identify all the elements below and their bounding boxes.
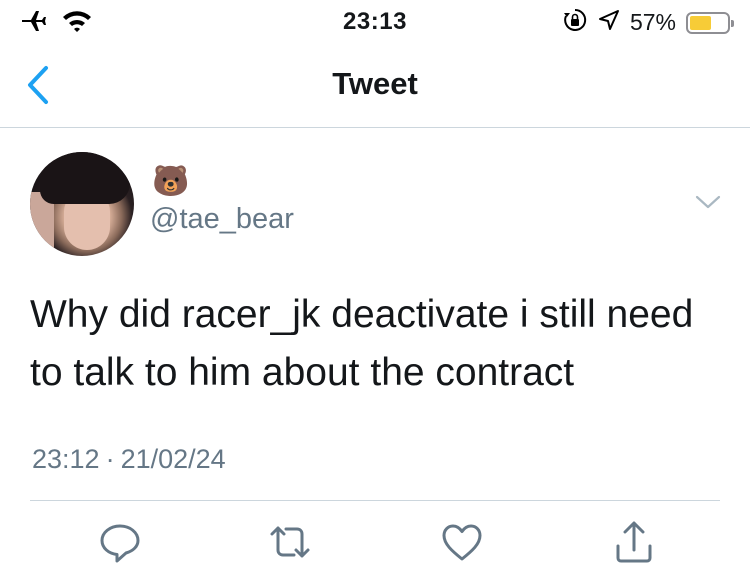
like-button[interactable] xyxy=(438,518,486,566)
tweet-detail-screen: 23:13 57% Tweet 🐻 @tae_bear Why did race… xyxy=(0,0,750,581)
status-bar: 23:13 57% xyxy=(0,0,750,44)
orientation-lock-icon xyxy=(562,7,588,38)
divider xyxy=(30,500,720,501)
tweet-timestamp[interactable]: 23:12 · 21/02/24 xyxy=(32,444,226,475)
battery-percent: 57% xyxy=(629,9,676,35)
tweet-text: Why did racer_jk deactivate i still need… xyxy=(30,293,694,394)
reply-button[interactable] xyxy=(96,518,144,566)
battery-tip xyxy=(731,19,734,27)
nav-bar: Tweet xyxy=(0,44,750,128)
avatar[interactable] xyxy=(30,152,134,256)
user-handle[interactable]: @tae_bear xyxy=(150,203,294,236)
battery-fill xyxy=(690,15,711,30)
tweet-date: 21/02/24 xyxy=(120,444,226,474)
like-icon xyxy=(438,518,486,566)
avatar-hair xyxy=(40,152,130,204)
share-button[interactable] xyxy=(610,518,658,566)
share-icon xyxy=(610,518,658,566)
meta-separator: · xyxy=(105,444,115,474)
reply-icon xyxy=(96,518,144,566)
retweet-button[interactable] xyxy=(266,518,314,566)
more-options-button[interactable] xyxy=(694,192,722,212)
status-right: 57% xyxy=(562,7,734,38)
page-title: Tweet xyxy=(332,66,418,101)
retweet-icon xyxy=(266,518,314,566)
action-bar xyxy=(0,518,750,568)
display-name[interactable]: 🐻 xyxy=(152,165,189,199)
location-arrow-icon xyxy=(598,9,620,36)
tweet-time: 23:12 xyxy=(32,444,100,474)
battery-icon xyxy=(686,11,734,34)
chevron-down-icon xyxy=(694,195,722,216)
